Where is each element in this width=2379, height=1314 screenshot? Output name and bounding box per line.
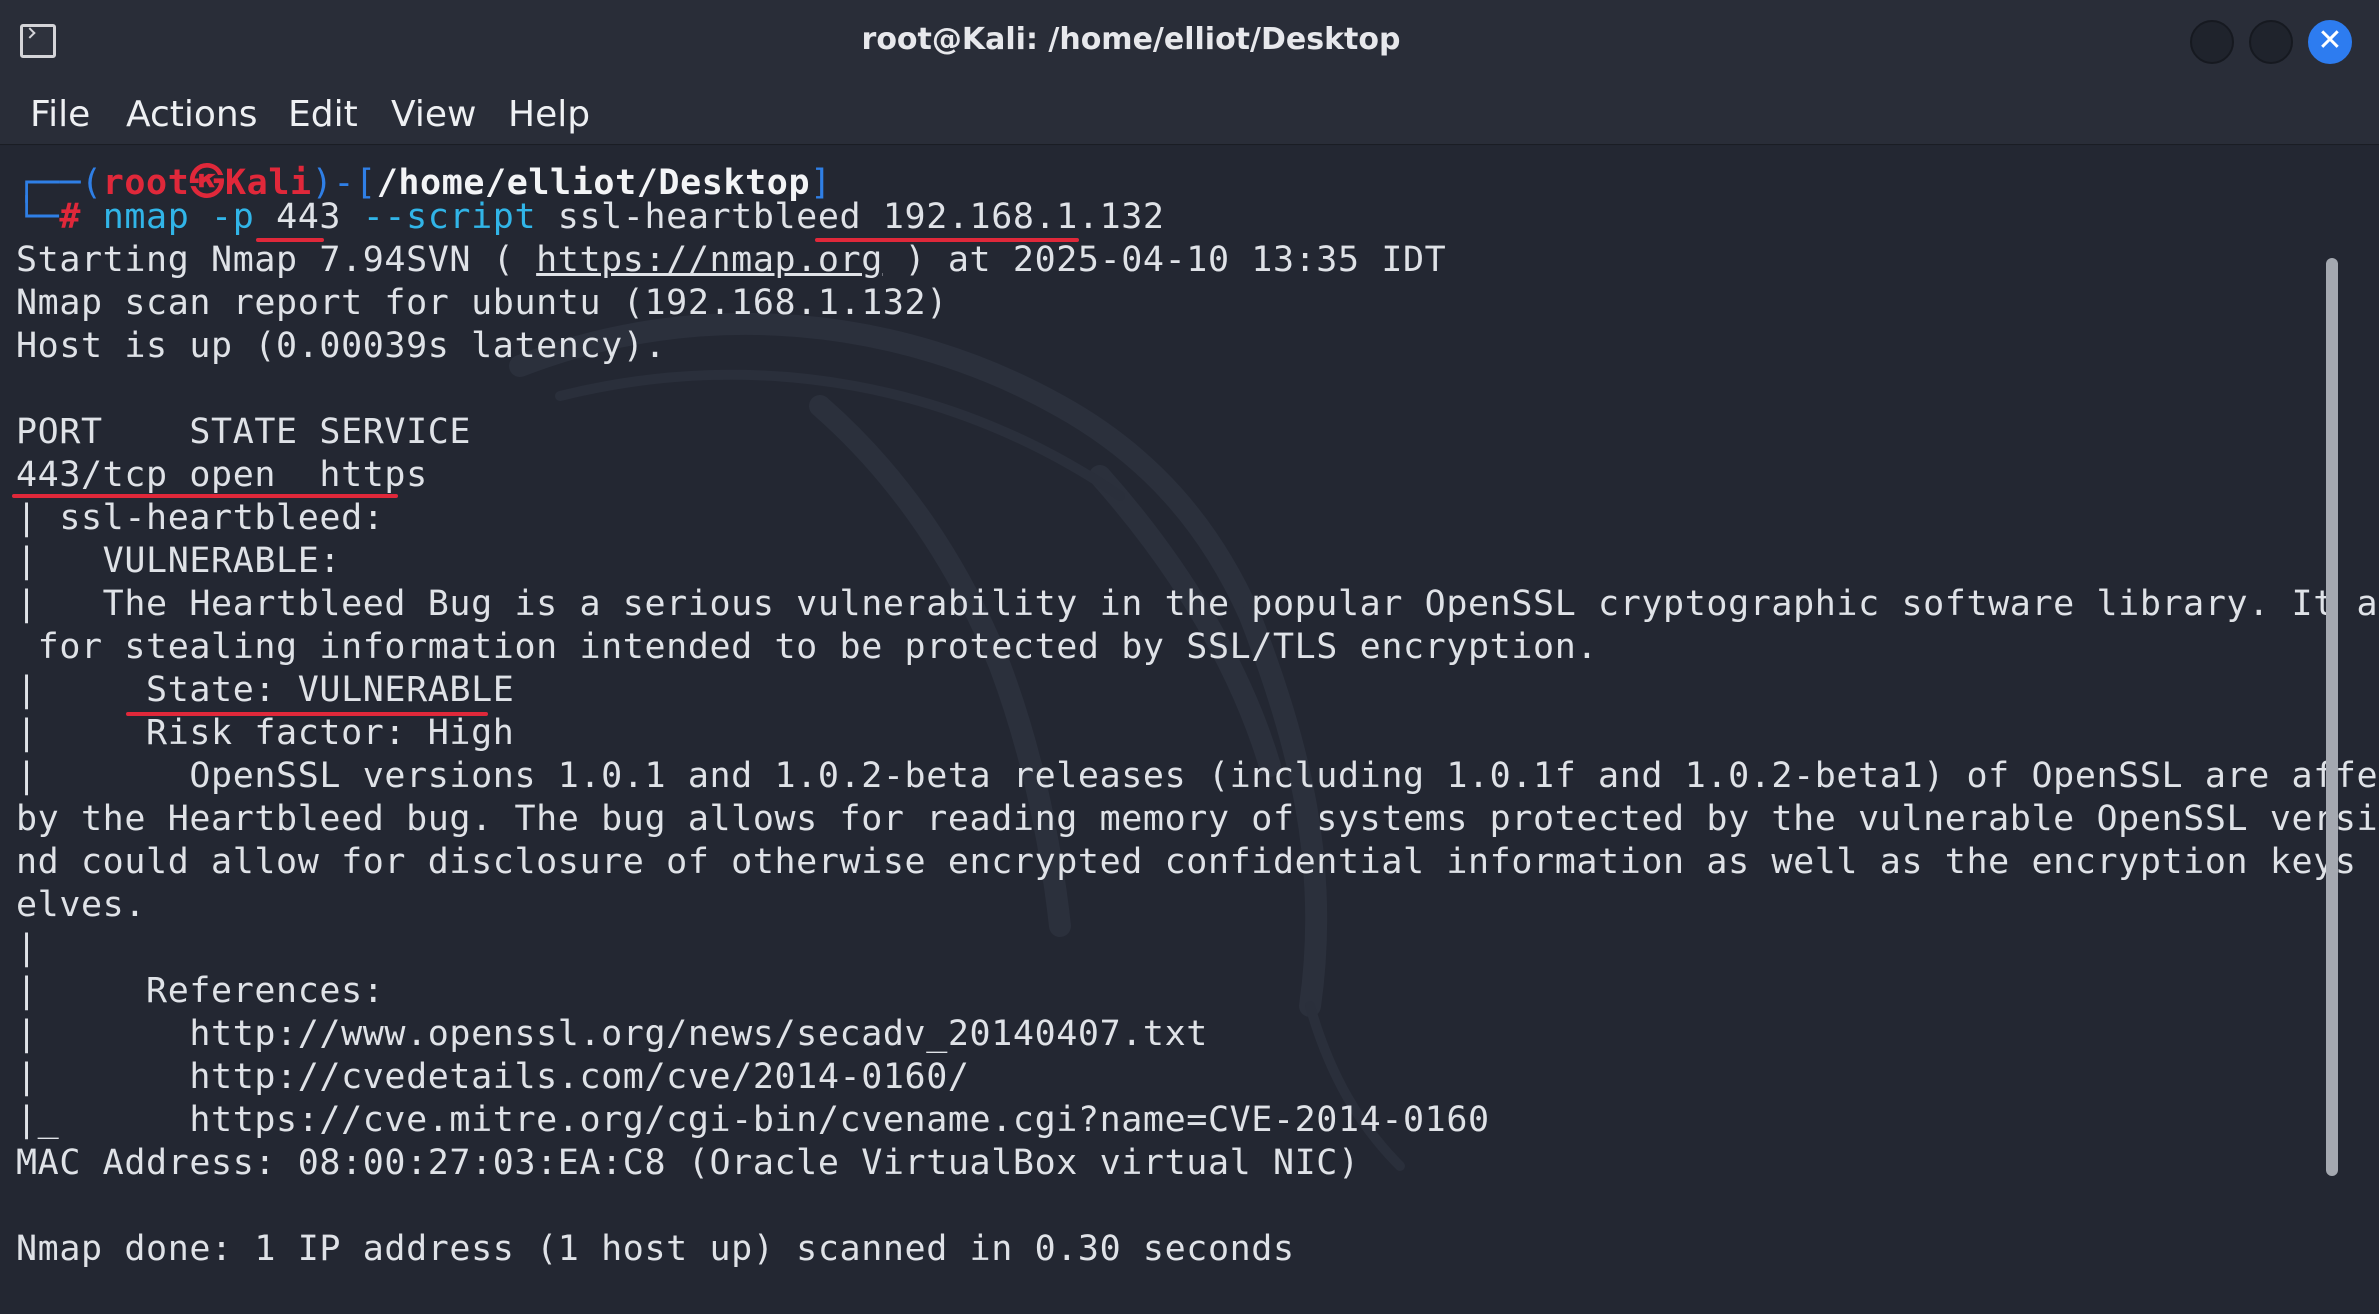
annotation-underline-port (256, 238, 324, 242)
command-script: ssl-heartbleed (557, 197, 862, 237)
command-target: 192.168.1.132 (882, 197, 1165, 237)
command-name: nmap (102, 197, 190, 237)
output-line: MAC Address: 08:00:27:03:EA:C8 (Oracle V… (16, 1143, 1360, 1183)
minimize-button[interactable] (2190, 20, 2234, 64)
menu-actions[interactable]: Actions (126, 94, 258, 135)
output-line: by the Heartbleed bug. The bug allows fo… (16, 799, 2379, 839)
output-line: nd could allow for disclosure of otherwi… (16, 842, 2379, 882)
output-line: | VULNERABLE: (16, 541, 342, 581)
output-line: PORT STATE SERVICE (16, 412, 472, 452)
annotation-underline-state (126, 712, 488, 716)
output-line: | ssl-heartbleed: (16, 498, 407, 538)
command-line: └─# nmap -p 443 --script ssl-heartbleed … (16, 197, 1165, 237)
output-line: | OpenSSL versions 1.0.1 and 1.0.2-beta … (16, 756, 2379, 796)
command-flag-script: --script (362, 197, 537, 237)
command-flag-p: -p (211, 197, 255, 237)
output-line: | (16, 928, 38, 968)
menu-bar: File Actions Edit View Help (0, 82, 2379, 145)
output-line: Nmap done: 1 IP address (1 host up) scan… (16, 1229, 1295, 1269)
output-line: Host is up (0.00039s latency). (16, 326, 667, 366)
annotation-underline-open-port (12, 494, 398, 498)
output-line: Nmap scan report for ubuntu (192.168.1.1… (16, 283, 948, 323)
output-line: | The Heartbleed Bug is a serious vulner… (16, 584, 2379, 624)
close-button[interactable]: ✕ (2308, 20, 2352, 64)
command-port: 443 (276, 197, 342, 237)
menu-view[interactable]: View (391, 94, 476, 135)
terminal-window: root@Kali: /home/elliot/Desktop ✕ File A… (0, 0, 2379, 1314)
scrollbar-thumb[interactable] (2326, 258, 2338, 1176)
menu-edit[interactable]: Edit (288, 94, 358, 135)
menu-file[interactable]: File (30, 94, 90, 135)
output-line-start: Starting Nmap 7.94SVN ( https://nmap.org… (16, 240, 1446, 280)
menu-help[interactable]: Help (508, 94, 590, 135)
window-title: root@Kali: /home/elliot/Desktop (861, 22, 1401, 57)
prompt-hash: # (59, 197, 82, 237)
output-line: 443/tcp open https (16, 455, 428, 495)
output-line: | References: (16, 971, 385, 1011)
maximize-button[interactable] (2249, 20, 2293, 64)
close-icon: ✕ (2317, 23, 2343, 58)
title-bar[interactable]: root@Kali: /home/elliot/Desktop ✕ (0, 0, 2379, 82)
output-line: | http://cvedetails.com/cve/2014-0160/ (16, 1057, 970, 1097)
prompt-corner-bottom: └─ (16, 197, 60, 237)
terminal-output[interactable]: ┌──(root㉿Kali)-[/home/elliot/Desktop] └─… (0, 146, 2379, 1314)
start-text-pre: Starting Nmap 7.94SVN ( (16, 240, 537, 280)
output-line: elves. (16, 885, 147, 925)
output-line: | http://www.openssl.org/news/secadv_201… (16, 1014, 1208, 1054)
annotation-underline-target (815, 238, 1079, 242)
output-line: for stealing information intended to be … (16, 627, 1599, 667)
output-line: |_ https://cve.mitre.org/cgi-bin/cvename… (16, 1100, 1490, 1140)
nmap-link[interactable]: https://nmap.org (536, 240, 883, 280)
output-line: | Risk factor: High (16, 713, 515, 753)
start-text-post: ) at 2025-04-10 13:35 IDT (882, 240, 1447, 280)
output-line: | State: VULNERABLE (16, 670, 515, 710)
